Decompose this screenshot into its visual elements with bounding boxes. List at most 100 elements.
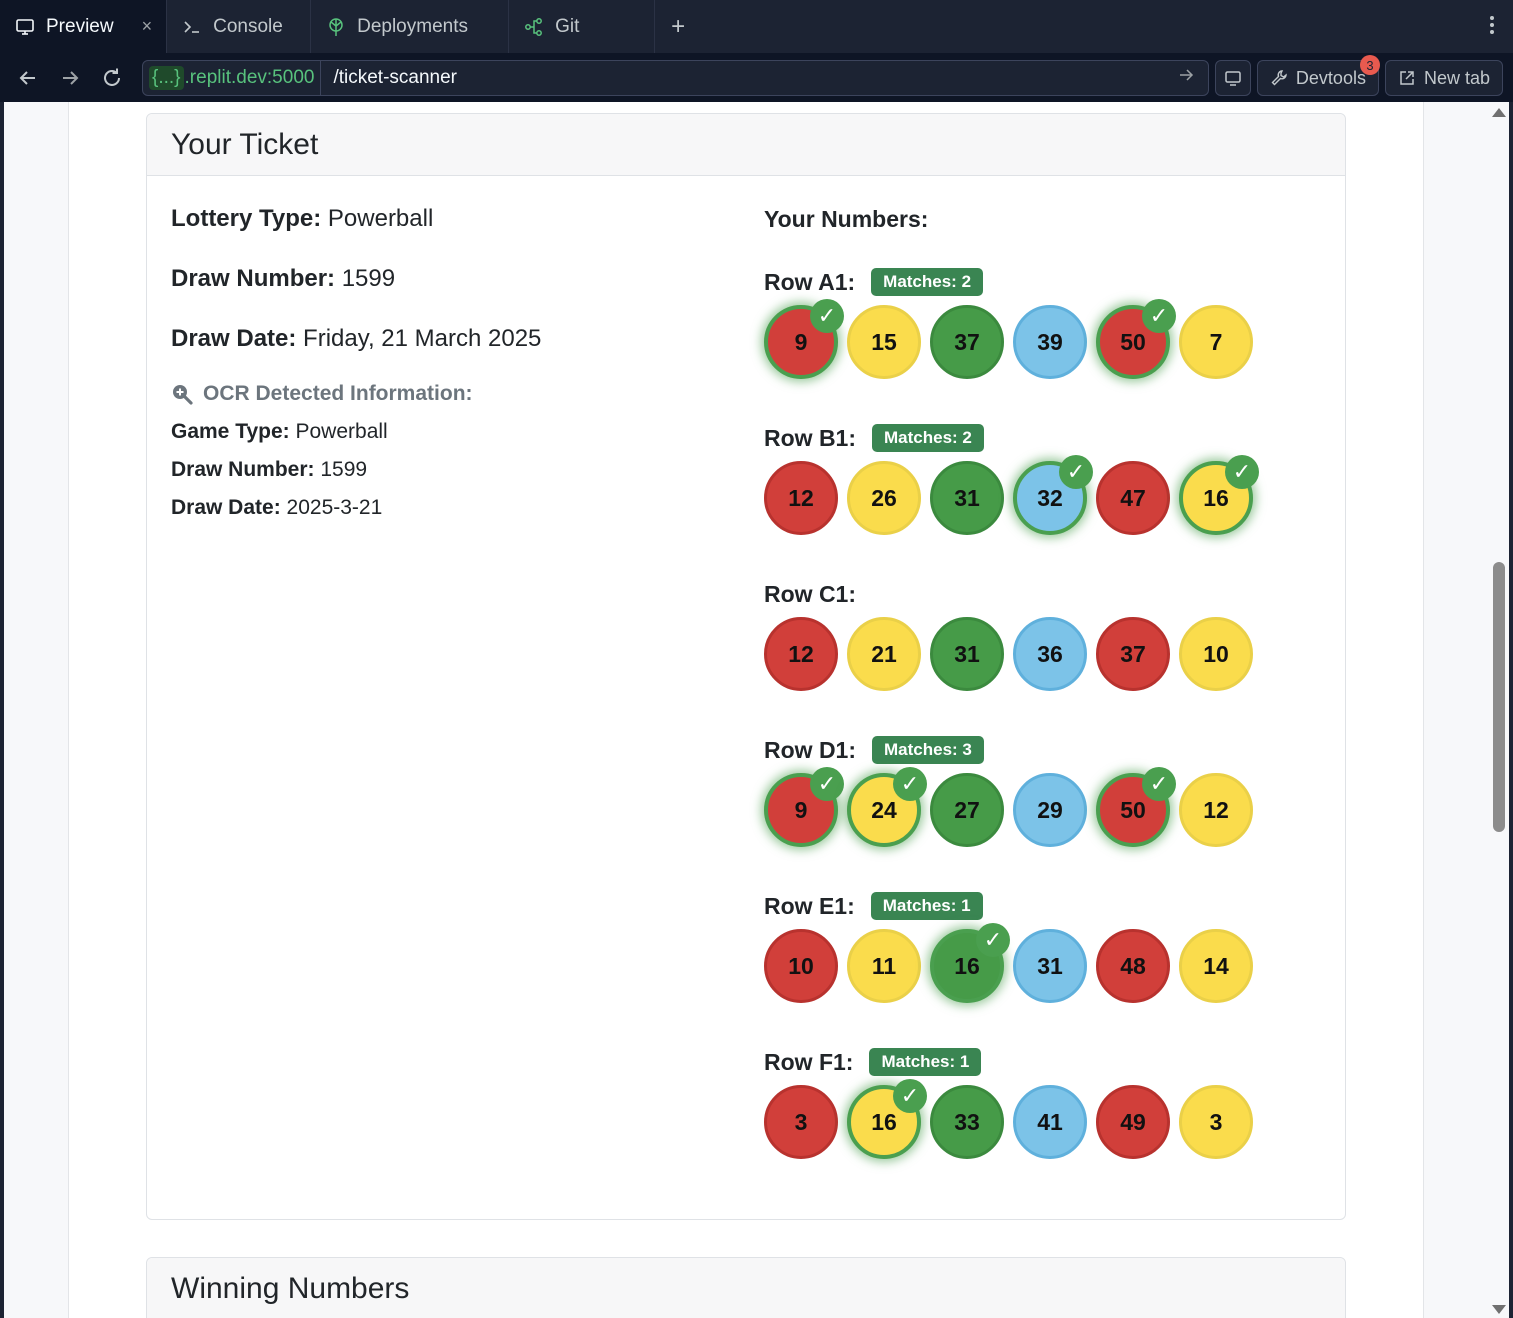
ball-number: 41 [1037, 1108, 1063, 1135]
ball-number: 48 [1120, 952, 1146, 979]
ball-number: 10 [1203, 640, 1229, 667]
new-tab-button[interactable]: New tab [1384, 60, 1503, 96]
search-plus-icon [173, 385, 193, 405]
ball-number: 7 [1209, 328, 1223, 355]
number-ball: 41 [1013, 1085, 1087, 1159]
lottery-type-label: Lottery Type: [171, 205, 322, 232]
number-rows: Row A1: Matches: 2 9 ✓ 15 37 39 50 ✓ 7 Row B1: Matc… [764, 267, 1324, 1203]
go-arrow-icon[interactable] [1178, 67, 1208, 89]
lottery-type-value: Powerball [327, 205, 434, 232]
tab-preview[interactable]: Preview × [0, 0, 168, 53]
more-options-icon[interactable] [1489, 14, 1495, 43]
deployments-icon [325, 16, 347, 38]
draw-date-line: Draw Date: Friday, 21 March 2025 [171, 326, 731, 352]
number-ball: 31 [930, 617, 1004, 691]
row-header: Row E1: Matches: 1 [764, 891, 1324, 921]
ball-number: 29 [1037, 796, 1063, 823]
checkmark-icon: ✓ [1225, 455, 1259, 489]
ball-number: 49 [1120, 1108, 1146, 1135]
ball-number: 31 [1037, 952, 1063, 979]
forward-button[interactable] [52, 60, 88, 96]
ocr-game-type-value: Powerball [295, 420, 388, 443]
checkmark-icon: ✓ [810, 767, 844, 801]
ocr-draw-number-line: Draw Number: 1599 [171, 458, 731, 482]
scrollbar-thumb[interactable] [1493, 562, 1505, 832]
monitor-icon [14, 16, 36, 38]
ball-number: 11 [871, 952, 897, 979]
ball-number: 47 [1120, 484, 1146, 511]
row-label: Row D1: [764, 736, 856, 763]
matched-number-ball: 16 ✓ [847, 1079, 927, 1159]
number-ball: 39 [1013, 305, 1087, 379]
matched-number-ball: 32 ✓ [1013, 455, 1093, 535]
workspace-tab-bar: Preview × Console Deployments Git + [0, 0, 1513, 54]
host-pill: {...} [149, 66, 184, 90]
ocr-draw-date-value: 2025-3-21 [286, 496, 383, 519]
ball-number: 12 [788, 484, 814, 511]
ball-number: 37 [1120, 640, 1146, 667]
tab-git[interactable]: Git [509, 0, 656, 53]
matched-number-ball: 50 ✓ [1096, 767, 1176, 847]
ball-number: 16 [871, 1108, 897, 1135]
tab-label: Git [555, 15, 580, 37]
ocr-draw-number-value: 1599 [320, 458, 368, 481]
matched-number-ball: 16 ✓ [1179, 455, 1259, 535]
devtools-button[interactable]: Devtools 3 [1256, 55, 1380, 96]
tab-label: Deployments [357, 15, 468, 37]
ocr-game-type-line: Game Type: Powerball [171, 420, 731, 444]
url-field[interactable]: {...} .replit.dev:5000 /ticket-scanner [142, 60, 1209, 96]
ball-number: 12 [788, 640, 814, 667]
reload-button[interactable] [94, 60, 130, 96]
ball-number: 3 [794, 1108, 808, 1135]
ball-list: 9 ✓ 15 37 39 50 ✓ 7 [764, 299, 1324, 379]
tab-label: Preview [46, 15, 114, 37]
vertical-scrollbar[interactable] [1489, 102, 1509, 1318]
number-ball: 33 [930, 1085, 1004, 1159]
row-label: Row A1: [764, 268, 856, 295]
checkmark-icon: ✓ [1142, 767, 1176, 801]
number-ball: 21 [847, 617, 921, 691]
ball-list: 10 11 16 ✓ 31 48 14 [764, 923, 1324, 1003]
row-label: Row B1: [764, 424, 856, 451]
add-tab-button[interactable]: + [655, 0, 701, 53]
row-label: Row F1: [764, 1048, 854, 1075]
host-text: .replit.dev:5000 [184, 67, 315, 88]
number-ball: 12 [764, 617, 838, 691]
ball-number: 50 [1120, 796, 1146, 823]
screen-icon [1225, 71, 1241, 86]
number-ball: 12 [1179, 773, 1253, 847]
ticket-card-title: Your Ticket [147, 114, 1345, 176]
ball-number: 10 [788, 952, 814, 979]
ball-list: 3 16 ✓ 33 41 49 3 [764, 1079, 1324, 1159]
draw-number-line: Draw Number: 1599 [171, 266, 731, 292]
winning-numbers-title: Winning Numbers [147, 1258, 1345, 1318]
ball-number: 15 [871, 328, 897, 355]
lottery-type-line: Lottery Type: Powerball [171, 206, 731, 232]
row-header: Row A1: Matches: 2 [764, 267, 1324, 297]
ball-number: 27 [954, 796, 980, 823]
scroll-down-icon[interactable] [1492, 1305, 1506, 1314]
matches-badge: Matches: 2 [872, 424, 984, 452]
draw-date-value: Friday, 21 March 2025 [303, 325, 542, 352]
ticket-row: Row E1: Matches: 1 10 11 16 ✓ 31 48 14 [764, 891, 1324, 1047]
tab-deployments[interactable]: Deployments [311, 0, 510, 53]
number-ball: 37 [1096, 617, 1170, 691]
back-button[interactable] [10, 60, 46, 96]
ticket-info: Lottery Type: Powerball Draw Number: 159… [171, 206, 731, 534]
close-icon[interactable]: × [142, 16, 153, 37]
scroll-up-icon[interactable] [1492, 108, 1506, 117]
device-toggle-button[interactable] [1214, 60, 1251, 96]
ball-number: 12 [1203, 796, 1229, 823]
ocr-draw-date-label: Draw Date: [171, 496, 281, 519]
ticket-row: Row B1: Matches: 2 12 26 31 32 ✓ 47 16 ✓ [764, 423, 1324, 579]
ball-number: 33 [954, 1108, 980, 1135]
ticket-row: Row D1: Matches: 3 9 ✓ 24 ✓ 27 29 50 ✓ 12 [764, 735, 1324, 891]
tab-label: Console [213, 15, 283, 37]
git-icon [523, 16, 545, 38]
url-path: /ticket-scanner [333, 67, 457, 88]
matches-badge: Matches: 2 [871, 268, 984, 296]
number-ball: 11 [847, 929, 921, 1003]
url-host: {...} .replit.dev:5000 [143, 61, 322, 95]
ocr-draw-date-line: Draw Date: 2025-3-21 [171, 496, 731, 520]
tab-console[interactable]: Console [167, 0, 312, 53]
